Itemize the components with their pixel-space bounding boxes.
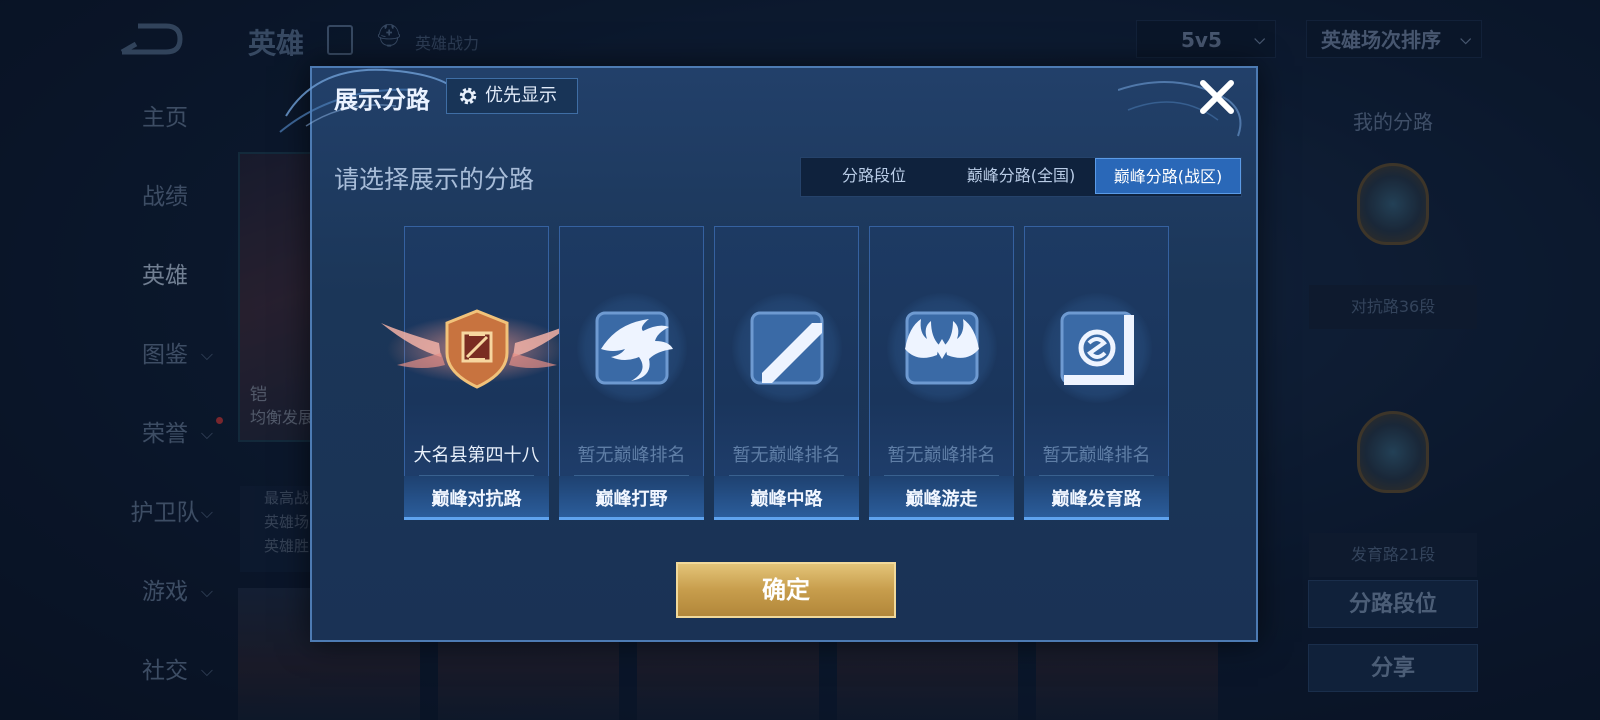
divider bbox=[729, 475, 844, 476]
clash-lane-badge-icon bbox=[381, 309, 573, 389]
lane-cards: 大名县第四十八 巅峰对抗路 暂无巅峰排名 巅峰打野 暂无巅峰排名 巅峰中路 暂无… bbox=[381, 226, 1169, 520]
tab-lane-rank[interactable]: 分路段位 bbox=[801, 158, 947, 194]
lane-display-dialog: 展示分路 优先显示 请选择展示的分路 分路段位 巅峰分路(全国) 巅峰分路(战区… bbox=[279, 66, 1258, 642]
tab-peak-region[interactable]: 巅峰分路(战区) bbox=[1095, 158, 1241, 194]
jungle-dragon-icon bbox=[595, 311, 673, 385]
divider bbox=[884, 475, 999, 476]
lane-card-roam[interactable]: 暂无巅峰排名 巅峰游走 bbox=[869, 226, 1014, 520]
priority-display-label: 优先显示 bbox=[485, 85, 557, 106]
lane-rank: 暂无巅峰排名 bbox=[1042, 445, 1151, 466]
lane-rank: 暂无巅峰排名 bbox=[887, 445, 996, 466]
lane-name: 巅峰发育路 bbox=[1051, 489, 1142, 510]
lane-name: 巅峰打野 bbox=[595, 489, 668, 510]
gear-icon bbox=[459, 87, 477, 105]
dialog-subtitle: 请选择展示的分路 bbox=[334, 165, 535, 194]
lane-rank: 大名县第四十八 bbox=[413, 445, 540, 466]
confirm-button[interactable]: 确定 bbox=[676, 562, 896, 618]
lane-card-clash[interactable]: 大名县第四十八 巅峰对抗路 bbox=[381, 226, 573, 520]
lane-card-mid[interactable]: 暂无巅峰排名 巅峰中路 bbox=[714, 226, 859, 520]
lane-rank: 暂无巅峰排名 bbox=[577, 445, 686, 466]
lane-name: 巅峰中路 bbox=[750, 489, 823, 510]
divider bbox=[574, 475, 689, 476]
divider bbox=[419, 475, 534, 476]
divider bbox=[1039, 475, 1154, 476]
lane-name: 巅峰游走 bbox=[905, 489, 978, 510]
lane-name: 巅峰对抗路 bbox=[431, 489, 522, 510]
priority-display-button[interactable]: 优先显示 bbox=[446, 78, 578, 114]
roam-wings-icon bbox=[905, 311, 979, 385]
mid-lane-icon bbox=[750, 311, 824, 385]
lane-type-tabs: 分路段位 巅峰分路(全国) 巅峰分路(战区) bbox=[800, 157, 1242, 197]
tab-peak-national[interactable]: 巅峰分路(全国) bbox=[947, 158, 1095, 194]
lane-card-farm[interactable]: 暂无巅峰排名 巅峰发育路 bbox=[1024, 226, 1169, 520]
lane-rank: 暂无巅峰排名 bbox=[732, 445, 841, 466]
close-icon[interactable] bbox=[1196, 76, 1238, 118]
dialog-title: 展示分路 bbox=[334, 86, 430, 114]
lane-card-jungle[interactable]: 暂无巅峰排名 巅峰打野 bbox=[559, 226, 704, 520]
farm-lane-icon bbox=[1060, 311, 1134, 385]
